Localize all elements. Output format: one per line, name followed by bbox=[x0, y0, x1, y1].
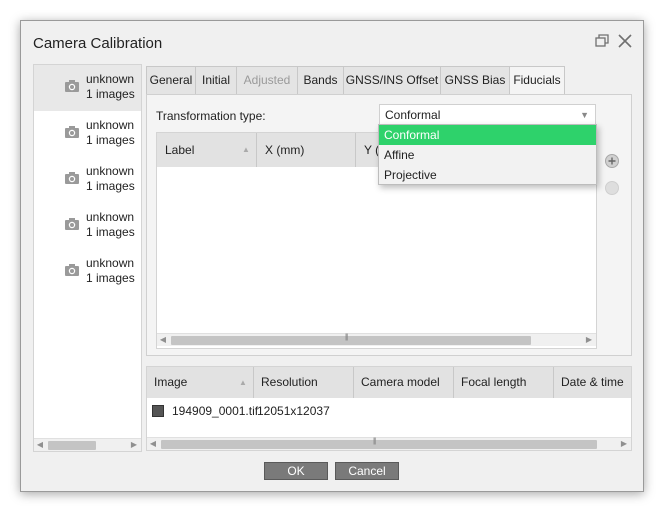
restore-icon[interactable] bbox=[593, 33, 611, 51]
camera-name: unknown bbox=[86, 118, 135, 132]
scroll-right-icon[interactable]: ▶ bbox=[583, 334, 595, 346]
camera-icon bbox=[65, 126, 79, 138]
images-table[interactable]: Image ▲ Resolution Camera model Focal le… bbox=[146, 366, 632, 451]
scrollbar-thumb[interactable] bbox=[161, 440, 597, 449]
fiducials-table-scrollbar[interactable]: ◀ ||| ▶ bbox=[157, 333, 596, 346]
scrollbar-thumb[interactable] bbox=[48, 441, 96, 450]
option-projective[interactable]: Projective bbox=[379, 165, 596, 185]
camera-calibration-dialog: Camera Calibration unknown 1 images unkno… bbox=[20, 20, 644, 492]
table-row[interactable]: 194909_0001.tif 12051x12037 bbox=[147, 401, 631, 421]
cancel-button[interactable]: Cancel bbox=[335, 462, 399, 480]
column-header-focal-length[interactable]: Focal length bbox=[454, 367, 554, 398]
column-header-resolution[interactable]: Resolution bbox=[254, 367, 354, 398]
camera-icon bbox=[65, 264, 79, 276]
tab-gnss-bias[interactable]: GNSS Bias bbox=[440, 66, 510, 95]
camera-icon bbox=[65, 218, 79, 230]
camera-list-item[interactable]: unknown 1 images bbox=[34, 203, 141, 249]
camera-list-item[interactable]: unknown 1 images bbox=[34, 249, 141, 295]
column-header-camera-model[interactable]: Camera model bbox=[354, 367, 454, 398]
tab-adjusted: Adjusted bbox=[236, 66, 298, 95]
tab-gnss-ins-offset[interactable]: GNSS/INS Offset bbox=[343, 66, 441, 95]
camera-list-item[interactable]: unknown 1 images bbox=[34, 157, 141, 203]
tab-initial[interactable]: Initial bbox=[195, 66, 237, 95]
camera-name: unknown bbox=[86, 164, 135, 178]
minus-circle-icon bbox=[605, 181, 619, 195]
sort-up-icon: ▲ bbox=[239, 378, 247, 387]
ok-button[interactable]: OK bbox=[264, 462, 328, 480]
tab-fiducials[interactable]: Fiducials bbox=[509, 66, 565, 96]
option-affine[interactable]: Affine bbox=[379, 145, 596, 165]
camera-image-count: 1 images bbox=[86, 271, 135, 285]
dialog-title: Camera Calibration bbox=[33, 35, 163, 52]
column-header-x[interactable]: X (mm) bbox=[257, 133, 356, 167]
camera-icon bbox=[65, 80, 79, 92]
transformation-type-dropdown: Conformal Affine Projective bbox=[378, 124, 597, 185]
column-header-date-time[interactable]: Date & time bbox=[554, 367, 631, 398]
camera-icon bbox=[65, 172, 79, 184]
tab-general[interactable]: General bbox=[146, 66, 196, 95]
camera-name: unknown bbox=[86, 210, 135, 224]
column-header-label[interactable]: Label ▲ bbox=[157, 133, 257, 167]
camera-image-count: 1 images bbox=[86, 87, 135, 101]
plus-circle-icon[interactable] bbox=[605, 154, 619, 168]
scroll-left-icon[interactable]: ◀ bbox=[157, 334, 169, 346]
transformation-type-select[interactable]: Conformal ▼ bbox=[379, 104, 596, 126]
option-conformal[interactable]: Conformal bbox=[379, 125, 596, 145]
scroll-left-icon[interactable]: ◀ bbox=[147, 438, 159, 450]
images-table-header: Image ▲ Resolution Camera model Focal le… bbox=[147, 367, 631, 398]
scroll-right-icon[interactable]: ▶ bbox=[618, 438, 630, 450]
image-resolution: 12051x12037 bbox=[257, 404, 330, 418]
image-file-icon bbox=[152, 405, 164, 417]
transformation-type-label: Transformation type: bbox=[156, 109, 266, 123]
camera-name: unknown bbox=[86, 72, 135, 86]
close-icon[interactable] bbox=[616, 33, 634, 51]
column-header-image[interactable]: Image ▲ bbox=[147, 367, 254, 398]
camera-image-count: 1 images bbox=[86, 133, 135, 147]
scrollbar-grip-icon: ||| bbox=[373, 438, 377, 445]
scroll-right-icon[interactable]: ▶ bbox=[128, 439, 140, 451]
scrollbar-thumb[interactable] bbox=[171, 336, 531, 345]
images-table-scrollbar[interactable]: ◀ ||| ▶ bbox=[147, 437, 631, 450]
camera-image-count: 1 images bbox=[86, 225, 135, 239]
camera-list[interactable]: unknown 1 images unknown 1 images unknown 1… bbox=[33, 64, 142, 452]
sort-up-icon: ▲ bbox=[242, 145, 250, 154]
camera-image-count: 1 images bbox=[86, 179, 135, 193]
scrollbar-grip-icon: ||| bbox=[345, 334, 349, 341]
chevron-down-icon: ▼ bbox=[580, 110, 589, 120]
image-name: 194909_0001.tif bbox=[172, 404, 259, 418]
camera-list-item[interactable]: unknown 1 images bbox=[34, 111, 141, 157]
camera-list-scrollbar[interactable]: ◀ ▶ bbox=[34, 438, 141, 451]
camera-name: unknown bbox=[86, 256, 135, 270]
tab-bands[interactable]: Bands bbox=[297, 66, 344, 95]
camera-list-item[interactable]: unknown 1 images bbox=[34, 65, 141, 111]
scroll-left-icon[interactable]: ◀ bbox=[34, 439, 46, 451]
